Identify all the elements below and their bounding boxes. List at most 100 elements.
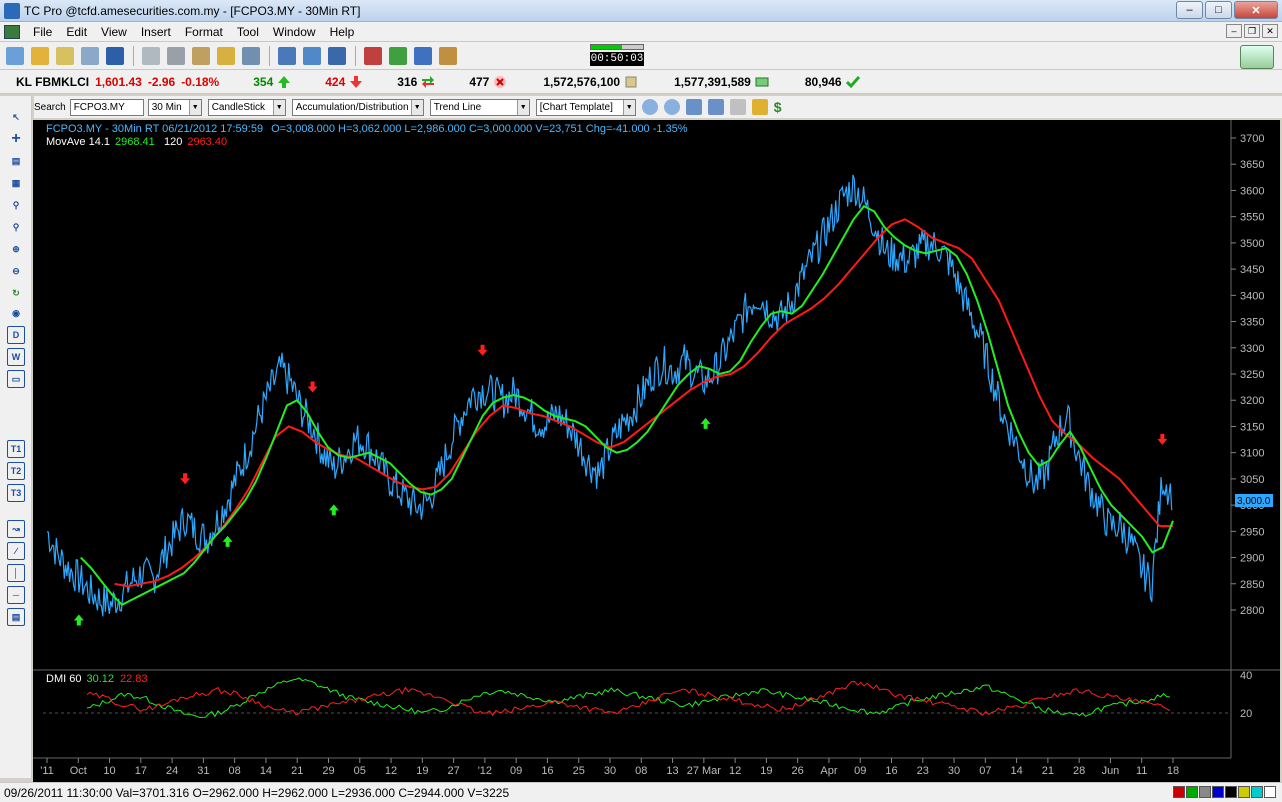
dmi-plus-series bbox=[86, 677, 1170, 718]
session-clock: 00:50:03 bbox=[590, 44, 644, 66]
draw-tool-select[interactable]: Trend Line ▼ bbox=[429, 98, 530, 116]
symbol-search-input[interactable]: FCPO3.MY bbox=[69, 98, 144, 116]
menu-insert[interactable]: Insert bbox=[134, 25, 178, 39]
scanner-icon[interactable] bbox=[303, 46, 321, 65]
eraser-icon[interactable] bbox=[729, 99, 746, 115]
new-chart-icon[interactable] bbox=[6, 46, 24, 65]
daily-icon[interactable]: D bbox=[7, 326, 25, 344]
swatch-red[interactable] bbox=[1173, 786, 1185, 798]
template-1-icon[interactable]: T1 bbox=[7, 440, 25, 458]
quote-icon[interactable] bbox=[142, 46, 160, 65]
swatch-blue[interactable] bbox=[1212, 786, 1224, 798]
line-chart-icon[interactable]: ↝ bbox=[7, 520, 25, 538]
pointer-icon[interactable]: ↖ bbox=[7, 108, 25, 126]
dmi-tick-label: 20 bbox=[1240, 708, 1252, 720]
bank-icon[interactable] bbox=[167, 46, 185, 65]
value-traded: 1,577,391,589 bbox=[674, 74, 751, 89]
zoom-fit-icon[interactable]: ⚲ bbox=[7, 218, 25, 236]
calculator-icon[interactable] bbox=[328, 46, 346, 65]
close-button[interactable]: ✕ bbox=[1234, 1, 1278, 19]
maximize-button[interactable]: □ bbox=[1205, 1, 1232, 19]
minimize-button[interactable]: – bbox=[1176, 1, 1203, 19]
workspace-icon[interactable] bbox=[1240, 45, 1274, 69]
portfolio-icon[interactable] bbox=[414, 46, 432, 65]
menu-window[interactable]: Window bbox=[266, 25, 323, 39]
table-icon[interactable]: ▦ bbox=[7, 174, 25, 192]
menu-tool[interactable]: Tool bbox=[230, 25, 266, 39]
notes-icon[interactable] bbox=[439, 46, 457, 65]
index-value: 1,601.43 bbox=[95, 74, 142, 89]
pen-icon[interactable] bbox=[751, 99, 768, 115]
chart-area[interactable]: 3700 3650 3600 3550 3500 3450 3400 3350 3300 3250… bbox=[33, 120, 1280, 782]
save-icon[interactable] bbox=[106, 46, 124, 65]
zoom-in-icon[interactable]: ⊕ bbox=[7, 240, 25, 258]
menu-help[interactable]: Help bbox=[323, 25, 362, 39]
zoom-out-icon[interactable] bbox=[663, 99, 680, 115]
crosshair-icon[interactable]: + bbox=[7, 130, 25, 148]
template-3-icon[interactable]: T3 bbox=[7, 484, 25, 502]
y-tick-label: 3650 bbox=[1240, 159, 1264, 171]
zoom-out-icon[interactable]: ⊖ bbox=[7, 262, 25, 280]
dmw-icon[interactable]: ◉ bbox=[7, 304, 25, 322]
screen-icon[interactable]: ▭ bbox=[7, 370, 25, 388]
swatch-yellow[interactable] bbox=[1238, 786, 1250, 798]
swatch-white[interactable] bbox=[1264, 786, 1276, 798]
menu-view[interactable]: View bbox=[94, 25, 134, 39]
trend-line-icon[interactable]: ∕ bbox=[7, 542, 25, 560]
alert-icon[interactable] bbox=[364, 46, 382, 65]
menu-edit[interactable]: Edit bbox=[59, 25, 94, 39]
chart-zoom-icon[interactable] bbox=[685, 99, 702, 115]
weekly-icon[interactable]: W bbox=[7, 348, 25, 366]
vertical-line-icon[interactable]: │ bbox=[7, 564, 25, 582]
channel-icon[interactable]: ▤ bbox=[7, 608, 25, 626]
trade-icon[interactable] bbox=[389, 46, 407, 65]
bar-compare-icon[interactable] bbox=[278, 46, 296, 65]
dmi-legend: DMI 60 30.12 22.83 bbox=[46, 673, 148, 685]
dollar-icon[interactable]: $ bbox=[774, 99, 790, 115]
menu-format[interactable]: Format bbox=[178, 25, 230, 39]
price-series bbox=[46, 174, 1173, 617]
grid-icon[interactable] bbox=[242, 46, 260, 65]
mdi-close-button[interactable]: ✕ bbox=[1262, 24, 1278, 38]
zoom-in-icon[interactable] bbox=[641, 99, 658, 115]
sell-signal-arrow bbox=[180, 473, 191, 485]
swatch-cyan[interactable] bbox=[1251, 786, 1263, 798]
money-icon bbox=[755, 77, 769, 86]
x-tick-label: 21 bbox=[291, 765, 303, 777]
refresh-icon[interactable]: ↻ bbox=[7, 284, 25, 302]
x-tick-label: 12 bbox=[385, 765, 397, 777]
chart-window-icon[interactable] bbox=[4, 24, 20, 39]
menu-file[interactable]: File bbox=[26, 25, 59, 39]
swatch-gray[interactable] bbox=[1199, 786, 1211, 798]
ma-slow-series bbox=[114, 218, 1173, 588]
y-tick-label: 2950 bbox=[1240, 526, 1264, 538]
zoom-area-icon[interactable]: ⚲ bbox=[7, 196, 25, 214]
index-change-pct: -0.18% bbox=[181, 74, 220, 89]
unchanged-arrows-icon bbox=[422, 75, 435, 88]
interval-select[interactable]: 30 Min ▼ bbox=[147, 98, 202, 116]
x-tick-label: 08 bbox=[635, 765, 647, 777]
open-folder-icon[interactable] bbox=[31, 46, 49, 65]
template-2-icon[interactable]: T2 bbox=[7, 462, 25, 480]
indicator-select[interactable]: Accumulation/Distribution ▼ bbox=[291, 98, 424, 116]
y-tick-label: 3150 bbox=[1240, 421, 1264, 433]
data-window-icon[interactable]: ▤ bbox=[7, 152, 25, 170]
horizontal-line-icon[interactable]: ─ bbox=[7, 586, 25, 604]
x-tick-label: 24 bbox=[166, 765, 178, 777]
swatch-black[interactable] bbox=[1225, 786, 1237, 798]
news-icon[interactable] bbox=[192, 46, 210, 65]
template-select[interactable]: [Chart Template] ▼ bbox=[535, 98, 636, 116]
swatch-green[interactable] bbox=[1186, 786, 1198, 798]
pencil-icon[interactable] bbox=[217, 46, 235, 65]
open-page-icon[interactable] bbox=[56, 46, 74, 65]
mdi-restore-button[interactable]: ❐ bbox=[1244, 24, 1260, 38]
price-chart[interactable]: 3700 3650 3600 3550 3500 3450 3400 3350 3300 3250… bbox=[33, 120, 1280, 782]
chart-fit-icon[interactable] bbox=[707, 99, 724, 115]
mdi-minimize-button[interactable]: – bbox=[1226, 24, 1242, 38]
chart-type-select[interactable]: CandleStick ▼ bbox=[207, 98, 286, 116]
ma-legend: MovAve 14.1 2968.41 120 2963.40 bbox=[46, 136, 227, 148]
color-swatches bbox=[1173, 786, 1276, 798]
advancers-count: 354 bbox=[253, 74, 274, 89]
layout-icon[interactable] bbox=[81, 46, 99, 65]
toolbar-separator bbox=[133, 45, 134, 66]
